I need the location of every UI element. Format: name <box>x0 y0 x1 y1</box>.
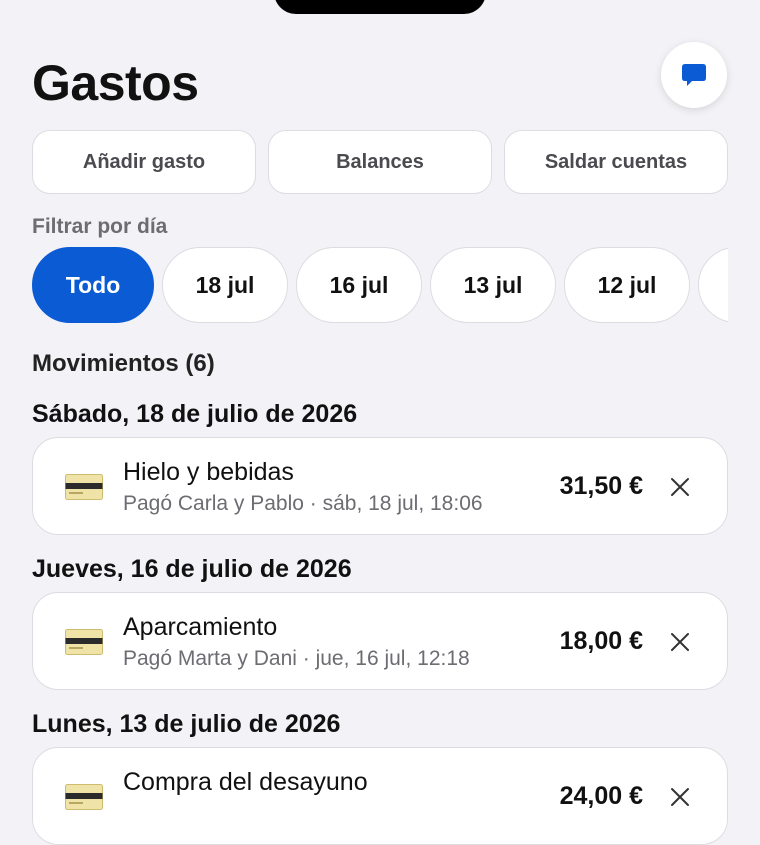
chip-13-jul[interactable]: 13 jul <box>430 247 556 323</box>
expense-amount: 31,50 € <box>559 472 643 500</box>
expense-amount: 24,00 € <box>559 782 643 810</box>
day-filter-chips: Todo 18 jul 16 jul 13 jul 12 jul <box>32 247 728 323</box>
expense-payer-date: Pagó Carla y Pablo · sáb, 18 jul, 18:06 <box>123 492 483 515</box>
movements-title: Movimientos (6) <box>32 350 215 377</box>
balances-button[interactable]: Balances <box>268 130 492 194</box>
chat-button[interactable] <box>661 42 727 108</box>
credit-card-icon <box>65 474 103 500</box>
expense-name: Aparcamiento <box>123 613 278 641</box>
expense-payer-date: Pagó Marta y Dani · jue, 16 jul, 12:18 <box>123 647 470 670</box>
device-notch <box>274 0 486 14</box>
chip-18-jul[interactable]: 18 jul <box>162 247 288 323</box>
add-expense-button[interactable]: Añadir gasto <box>32 130 256 194</box>
expense-amount: 18,00 € <box>559 627 643 655</box>
close-icon[interactable] <box>669 476 691 498</box>
actions-bar: Añadir gasto Balances Saldar cuentas <box>32 130 728 194</box>
close-icon[interactable] <box>669 631 691 653</box>
settle-up-button[interactable]: Saldar cuentas <box>504 130 728 194</box>
chip-12-jul[interactable]: 12 jul <box>564 247 690 323</box>
expense-row[interactable]: Compra del desayuno 24,00 € <box>32 747 728 845</box>
page-title: Gastos <box>32 55 199 111</box>
expense-row[interactable]: Hielo y bebidas Pagó Carla y Pablo · sáb… <box>32 437 728 535</box>
expense-row[interactable]: Aparcamiento Pagó Marta y Dani · jue, 16… <box>32 592 728 690</box>
day-heading: Sábado, 18 de julio de 2026 <box>32 400 358 428</box>
chip-16-jul[interactable]: 16 jul <box>296 247 422 323</box>
day-filter-label: Filtrar por día <box>32 215 168 238</box>
chat-bubble-icon <box>682 64 706 86</box>
chip-all[interactable]: Todo <box>32 247 154 323</box>
day-heading: Lunes, 13 de julio de 2026 <box>32 710 341 738</box>
expense-name: Hielo y bebidas <box>123 458 294 486</box>
credit-card-icon <box>65 784 103 810</box>
day-heading: Jueves, 16 de julio de 2026 <box>32 555 352 583</box>
close-icon[interactable] <box>669 786 691 808</box>
credit-card-icon <box>65 629 103 655</box>
expense-name: Compra del desayuno <box>123 768 368 796</box>
chip-more[interactable] <box>698 247 728 323</box>
